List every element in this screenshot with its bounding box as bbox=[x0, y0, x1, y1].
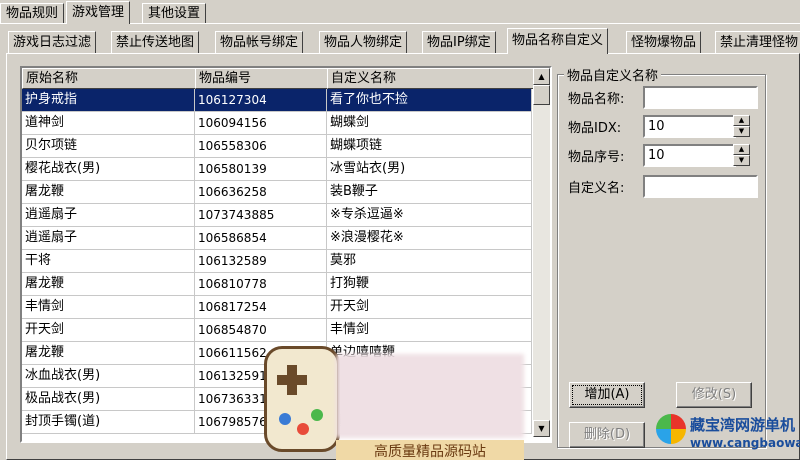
tab-game-management[interactable]: 游戏管理 bbox=[66, 1, 131, 24]
tab-log-filter[interactable]: 游戏日志过滤 bbox=[8, 31, 97, 53]
cell-item-id: 106586854 bbox=[195, 227, 327, 249]
table-row[interactable]: 丰情剑 106817254 开天剑 bbox=[22, 296, 532, 319]
cell-item-id: 106132589 bbox=[195, 250, 327, 272]
custom-name-label: 自定义名: bbox=[568, 181, 625, 196]
cell-item-id: 106817254 bbox=[195, 296, 327, 318]
tab-item-name-custom[interactable]: 物品名称自定义 bbox=[507, 28, 609, 54]
cell-original-name: 冰血战衣(男) bbox=[22, 365, 195, 387]
cell-custom-name: ※专杀逗逼※ bbox=[327, 204, 532, 226]
cell-item-id: 106580139 bbox=[195, 158, 327, 180]
modify-button[interactable]: 修改(S) bbox=[676, 382, 752, 408]
tab-other-settings[interactable]: 其他设置 bbox=[142, 3, 207, 23]
cell-original-name: 屠龙鞭 bbox=[22, 181, 195, 203]
cell-custom-name: 打狗鞭 bbox=[327, 273, 532, 295]
item-idx-label: 物品IDX: bbox=[568, 121, 622, 136]
main-tab-bar: 物品规则 游戏管理 其他设置 bbox=[0, 0, 800, 24]
cell-item-id: 1073743885 bbox=[195, 204, 327, 226]
cell-custom-name: 蝴蝶剑 bbox=[327, 112, 532, 134]
spin-down-icon[interactable]: ▼ bbox=[733, 155, 750, 166]
tab-item-ip-bind[interactable]: 物品IP绑定 bbox=[422, 31, 496, 53]
column-custom-name[interactable]: 自定义名称 bbox=[327, 68, 534, 89]
tab-no-teleport-map[interactable]: 禁止传送地图 bbox=[111, 31, 200, 53]
cell-item-id: 106636258 bbox=[195, 181, 327, 203]
cell-item-id: 106854870 bbox=[195, 319, 327, 341]
table-row[interactable]: 屠龙鞭 106636258 装B鞭子 bbox=[22, 181, 532, 204]
cell-original-name: 屠龙鞭 bbox=[22, 273, 195, 295]
add-button[interactable]: 增加(A) bbox=[569, 382, 645, 408]
watermark-url: www.cangbaowan.net bbox=[690, 436, 800, 450]
table-row[interactable]: 樱花战衣(男) 106580139 冰雪站衣(男) bbox=[22, 158, 532, 181]
watermark-title: 藏宝湾网游单机 bbox=[690, 416, 796, 434]
table-row[interactable]: 逍遥扇子 1073743885 ※专杀逗逼※ bbox=[22, 204, 532, 227]
cell-original-name: 极品战衣(男) bbox=[22, 388, 195, 410]
item-idx-input[interactable]: 10 bbox=[643, 115, 736, 138]
column-item-id[interactable]: 物品编号 bbox=[195, 68, 329, 89]
cell-item-id: 106810778 bbox=[195, 273, 327, 295]
cell-custom-name: 装B鞭子 bbox=[327, 181, 532, 203]
cell-original-name: 樱花战衣(男) bbox=[22, 158, 195, 180]
cell-original-name: 干将 bbox=[22, 250, 195, 272]
site-watermark: 藏宝湾网游单机 www.cangbaowan.net bbox=[652, 412, 800, 460]
cell-original-name: 贝尔项链 bbox=[22, 135, 195, 157]
item-seq-input[interactable]: 10 bbox=[643, 144, 736, 167]
blurred-overlay bbox=[336, 354, 524, 438]
cell-original-name: 逍遥扇子 bbox=[22, 227, 195, 249]
item-name-label: 物品名称: bbox=[568, 92, 625, 107]
cell-original-name: 丰情剑 bbox=[22, 296, 195, 318]
tab-monster-drops[interactable]: 怪物爆物品 bbox=[626, 31, 702, 53]
site-logo-icon bbox=[656, 414, 686, 444]
spin-up-icon[interactable]: ▲ bbox=[733, 144, 750, 155]
cell-custom-name: ※浪漫樱花※ bbox=[327, 227, 532, 249]
delete-button[interactable]: 删除(D) bbox=[569, 422, 645, 448]
groupbox-title: 物品自定义名称 bbox=[564, 65, 662, 84]
gamepad-icon bbox=[264, 346, 340, 452]
table-row[interactable]: 开天剑 106854870 丰情剑 bbox=[22, 319, 532, 342]
cell-original-name: 屠龙鞭 bbox=[22, 342, 195, 364]
table-row[interactable]: 干将 106132589 莫邪 bbox=[22, 250, 532, 273]
cell-original-name: 道神剑 bbox=[22, 112, 195, 134]
cell-original-name: 逍遥扇子 bbox=[22, 204, 195, 226]
table-header: 原始名称 物品编号 自定义名称 bbox=[22, 68, 534, 89]
custom-name-input[interactable] bbox=[643, 175, 758, 198]
scroll-up-icon[interactable]: ▲ bbox=[533, 68, 550, 85]
cell-original-name: 护身戒指 bbox=[22, 89, 195, 111]
item-idx-spinner[interactable]: ▲ ▼ bbox=[733, 115, 750, 137]
cell-original-name: 开天剑 bbox=[22, 319, 195, 341]
item-seq-label: 物品序号: bbox=[568, 150, 625, 165]
item-name-input[interactable] bbox=[643, 86, 758, 109]
tab-item-rules[interactable]: 物品规则 bbox=[0, 3, 65, 23]
cell-custom-name: 莫邪 bbox=[327, 250, 532, 272]
tab-item-account-bind[interactable]: 物品帐号绑定 bbox=[215, 31, 304, 53]
column-original-name[interactable]: 原始名称 bbox=[22, 68, 197, 89]
table-row[interactable]: 道神剑 106094156 蝴蝶剑 bbox=[22, 112, 532, 135]
cell-item-id: 106558306 bbox=[195, 135, 327, 157]
source-banner: 高质量精品源码站 bbox=[336, 440, 524, 460]
table-row[interactable]: 屠龙鞭 106810778 打狗鞭 bbox=[22, 273, 532, 296]
table-row[interactable]: 贝尔项链 106558306 蝴蝶项链 bbox=[22, 135, 532, 158]
scroll-down-icon[interactable]: ▼ bbox=[533, 420, 550, 437]
table-row[interactable]: 逍遥扇子 106586854 ※浪漫樱花※ bbox=[22, 227, 532, 250]
cell-custom-name: 开天剑 bbox=[327, 296, 532, 318]
cell-custom-name: 看了你也不捡 bbox=[327, 89, 532, 111]
tab-no-clear-monster[interactable]: 禁止清理怪物 bbox=[715, 31, 800, 53]
spin-up-icon[interactable]: ▲ bbox=[733, 115, 750, 126]
cell-custom-name: 冰雪站衣(男) bbox=[327, 158, 532, 180]
cell-custom-name: 丰情剑 bbox=[327, 319, 532, 341]
sub-tab-bar: 游戏日志过滤 禁止传送地图 物品帐号绑定 物品人物绑定 物品IP绑定 物品名称自… bbox=[4, 28, 800, 54]
cell-item-id: 106127304 bbox=[195, 89, 327, 111]
tab-item-character-bind[interactable]: 物品人物绑定 bbox=[319, 31, 408, 53]
cell-original-name: 封顶手镯(道) bbox=[22, 411, 195, 433]
item-seq-spinner[interactable]: ▲ ▼ bbox=[733, 144, 750, 166]
cell-custom-name: 蝴蝶项链 bbox=[327, 135, 532, 157]
cell-item-id: 106094156 bbox=[195, 112, 327, 134]
spin-down-icon[interactable]: ▼ bbox=[733, 126, 750, 137]
table-row[interactable]: 护身戒指 106127304 看了你也不捡 bbox=[22, 89, 532, 112]
scroll-thumb[interactable] bbox=[533, 85, 550, 105]
table-scrollbar[interactable]: ▲ ▼ bbox=[533, 68, 550, 437]
